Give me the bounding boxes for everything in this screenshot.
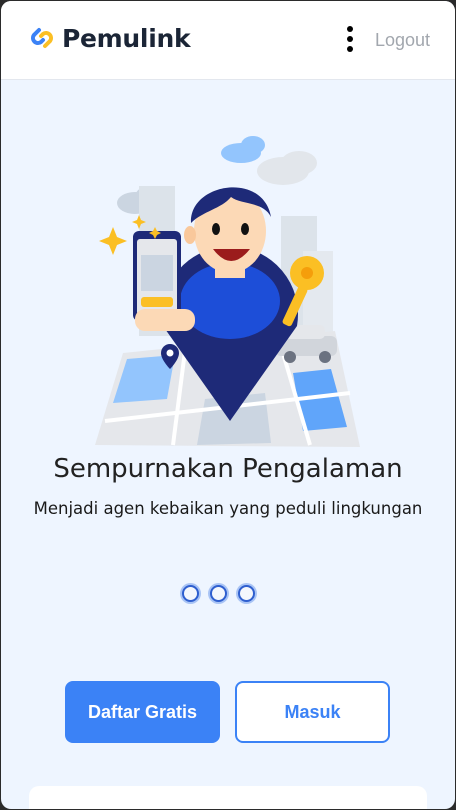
bottom-card xyxy=(29,786,427,809)
onboarding-title: Sempurnakan Pengalaman xyxy=(53,454,403,484)
app-header: Pemulink Logout xyxy=(1,1,455,80)
carousel-dot-1[interactable] xyxy=(182,585,199,602)
chain-link-icon xyxy=(31,28,53,48)
phone-icon xyxy=(133,231,181,321)
login-button[interactable]: Masuk xyxy=(235,681,390,743)
sparkle-icon xyxy=(99,227,127,255)
onboarding-subtitle: Menjadi agen kebaikan yang peduli lingku… xyxy=(33,499,423,518)
logout-link[interactable]: Logout xyxy=(375,30,430,51)
carousel-dot-2[interactable] xyxy=(210,585,227,602)
register-button[interactable]: Daftar Gratis xyxy=(65,681,220,743)
app-frame: Pemulink Logout Sempurnakan Pengalaman M… xyxy=(1,1,455,809)
carousel-indicators xyxy=(182,585,255,602)
more-vertical-icon[interactable] xyxy=(343,25,357,55)
brand-name: Pemulink xyxy=(62,23,191,53)
brand-logo[interactable]: Pemulink xyxy=(27,23,191,53)
carousel-dot-3[interactable] xyxy=(238,585,255,602)
onboarding-illustration xyxy=(95,136,360,447)
